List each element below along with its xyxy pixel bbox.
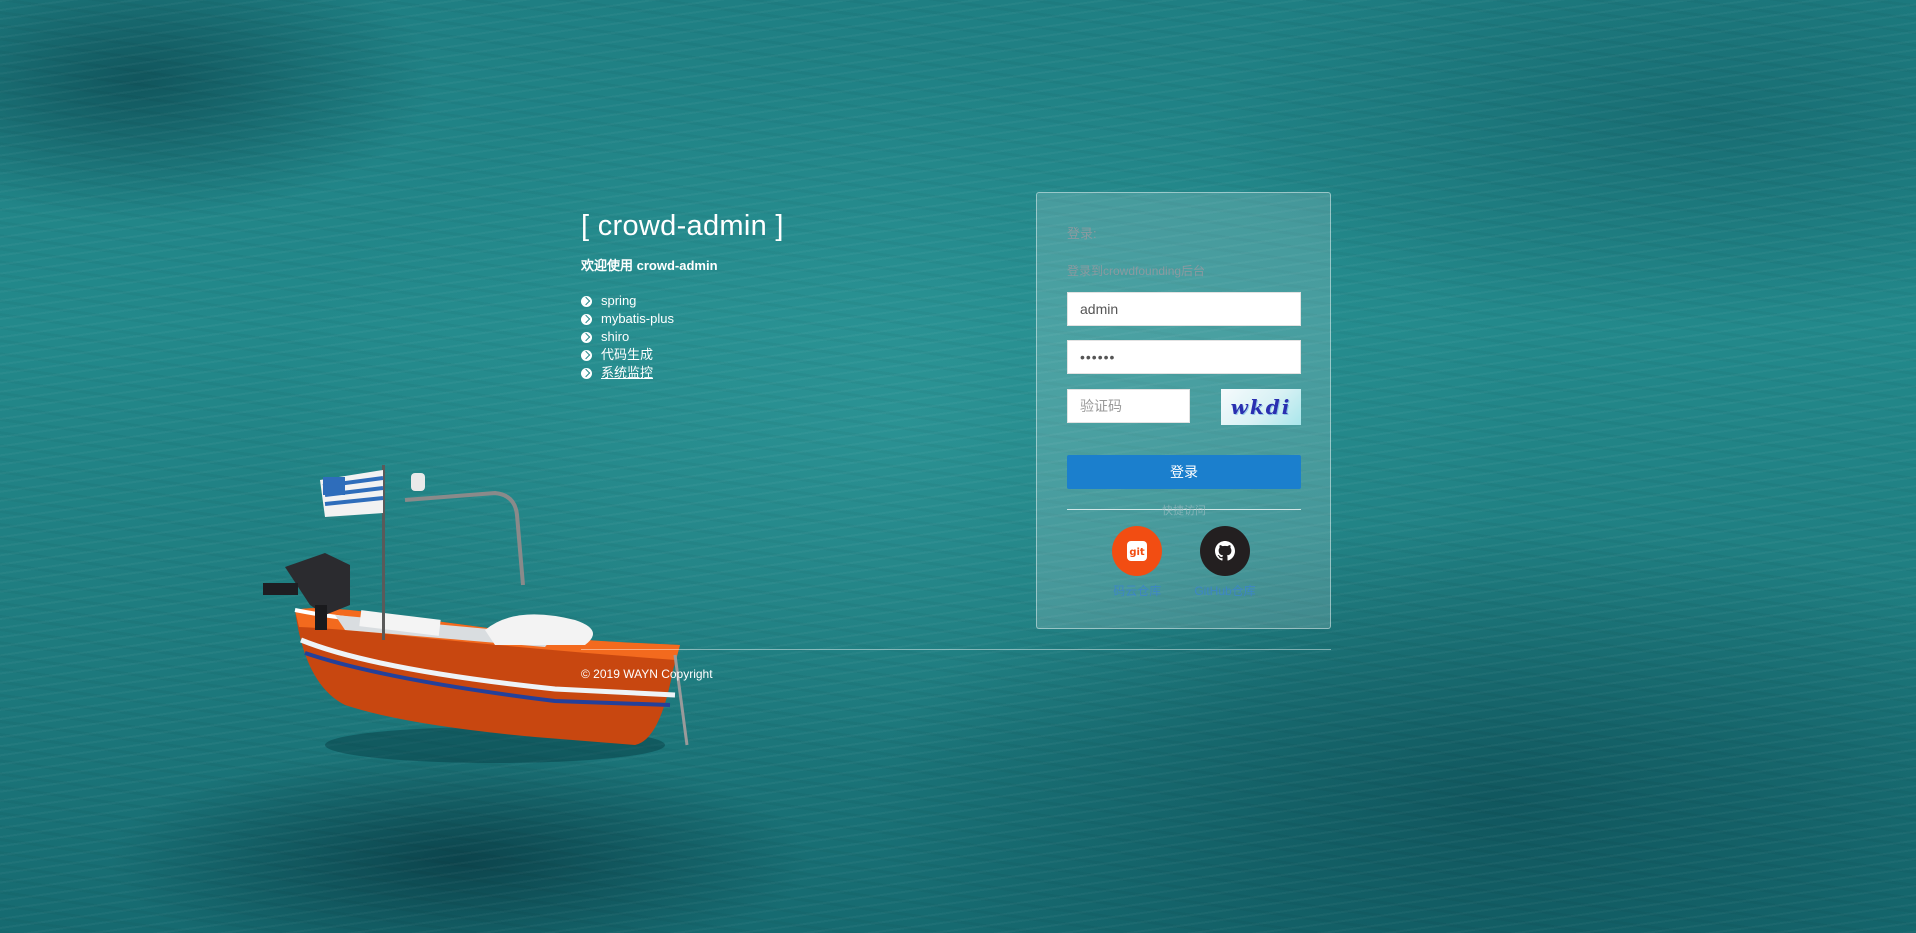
copyright-text: © 2019 WAYN Copyright xyxy=(581,667,713,681)
divider-label: 快捷访问 xyxy=(1162,505,1206,517)
list-item: mybatis-plus xyxy=(581,310,784,328)
circle-arrow-icon xyxy=(581,313,592,325)
feature-list: spring mybatis-plus shiro 代码生成 系统监控 xyxy=(581,292,784,382)
username-input[interactable] xyxy=(1067,292,1301,326)
gitee-icon: git xyxy=(1112,526,1163,576)
gitee-repo-label: 码云仓库 xyxy=(1113,584,1162,598)
login-button[interactable]: 登录 xyxy=(1067,455,1301,489)
intro-section: [ crowd-admin ] 欢迎使用 crowd-admin spring … xyxy=(581,210,784,382)
password-input[interactable] xyxy=(1067,340,1301,374)
circle-arrow-icon xyxy=(581,295,592,307)
list-item: 代码生成 xyxy=(581,346,784,364)
login-panel: 登录: 登录到crowdfounding后台 wkdi 登录 快捷访问 git … xyxy=(1036,192,1331,629)
login-subtitle: 登录到crowdfounding后台 xyxy=(1067,264,1206,278)
repo-links: git 码云仓库 GitHub仓库 xyxy=(1067,526,1301,599)
list-item: shiro xyxy=(581,328,784,346)
welcome-text: 欢迎使用 crowd-admin xyxy=(581,258,718,273)
captcha-image[interactable]: wkdi xyxy=(1221,389,1301,425)
captcha-input[interactable] xyxy=(1067,389,1190,423)
divider: 快捷访问 xyxy=(1067,505,1301,517)
github-repo-link[interactable]: GitHub仓库 xyxy=(1194,526,1256,599)
app-title: [ crowd-admin ] xyxy=(581,210,784,242)
captcha-row: wkdi xyxy=(1067,389,1301,425)
github-icon xyxy=(1199,526,1250,576)
github-repo-label: GitHub仓库 xyxy=(1194,584,1256,598)
footer-divider xyxy=(581,649,1331,650)
circle-arrow-icon xyxy=(581,331,592,343)
boat-illustration xyxy=(263,465,689,763)
list-item: spring xyxy=(581,292,784,310)
circle-arrow-icon xyxy=(581,367,592,379)
monitor-link[interactable]: 系统监控 xyxy=(601,364,653,382)
gitee-repo-link[interactable]: git 码云仓库 xyxy=(1112,526,1163,599)
login-title: 登录: xyxy=(1067,226,1097,241)
list-item[interactable]: 系统监控 xyxy=(581,364,784,382)
circle-arrow-icon xyxy=(581,349,592,361)
svg-text:git: git xyxy=(1130,547,1146,558)
